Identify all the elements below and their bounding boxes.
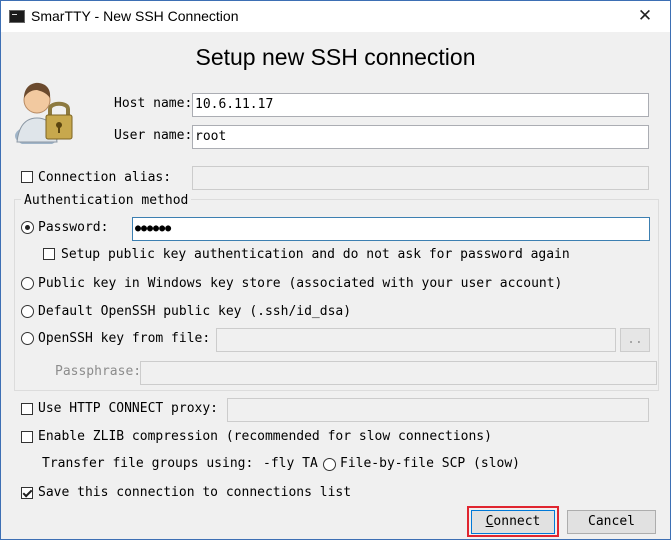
connect-button[interactable]: Connect [471, 510, 555, 534]
host-input[interactable]: 10.6.11.17 [192, 93, 649, 117]
transfer-option-1-label[interactable]: -fly TA [263, 456, 318, 471]
user-label: User name: [114, 128, 193, 143]
windows-store-label: Public key in Windows key store (associa… [38, 276, 563, 291]
password-input[interactable]: ●●●●●● [132, 217, 650, 241]
user-lock-icon [15, 82, 73, 144]
auth-group-label: Authentication method [21, 193, 192, 208]
default-openssh-radio[interactable] [21, 305, 34, 318]
transfer-scp-label: File-by-file SCP (slow) [340, 456, 521, 471]
close-icon[interactable]: ✕ [625, 3, 665, 29]
alias-input[interactable] [192, 166, 649, 190]
alias-checkbox[interactable] [21, 171, 33, 183]
setup-pubkey-label: Setup public key authentication and do n… [61, 247, 570, 262]
http-proxy-input[interactable] [227, 398, 649, 422]
dialog-heading: Setup new SSH connection [195, 44, 476, 70]
transfer-scp-radio[interactable] [323, 458, 336, 471]
title-bar: SmarTTY - New SSH Connection ✕ [1, 1, 670, 32]
password-radio[interactable] [21, 221, 34, 234]
http-proxy-label: Use HTTP CONNECT proxy: [38, 401, 219, 416]
default-openssh-label: Default OpenSSH public key (.ssh/id_dsa) [38, 304, 352, 319]
password-label: Password: [38, 220, 109, 235]
dialog-window: SmarTTY - New SSH Connection ✕ Setup new… [0, 0, 671, 540]
zlib-label: Enable ZLIB compression (recommended for… [38, 429, 492, 444]
transfer-label: Transfer file groups using: [42, 456, 254, 471]
window-title: SmarTTY - New SSH Connection [31, 8, 239, 24]
user-input[interactable]: root [192, 125, 649, 149]
windows-store-radio[interactable] [21, 277, 34, 290]
setup-pubkey-checkbox[interactable] [43, 248, 55, 260]
passphrase-label: Passphrase: [55, 364, 142, 379]
browse-button[interactable]: .. [620, 328, 650, 352]
save-connection-checkbox[interactable] [21, 487, 33, 499]
cancel-button[interactable]: Cancel [567, 510, 656, 534]
openssh-file-radio[interactable] [21, 332, 34, 345]
openssh-file-input[interactable] [216, 328, 616, 352]
connect-label: onnect [493, 514, 541, 529]
openssh-file-label: OpenSSH key from file: [38, 331, 211, 346]
host-label: Host name: [114, 96, 193, 111]
alias-label: Connection alias: [38, 170, 172, 185]
terminal-app-icon [9, 10, 25, 23]
http-proxy-checkbox[interactable] [21, 403, 33, 415]
save-connection-label: Save this connection to connections list [38, 485, 352, 500]
zlib-checkbox[interactable] [21, 431, 33, 443]
passphrase-input[interactable] [140, 361, 657, 385]
